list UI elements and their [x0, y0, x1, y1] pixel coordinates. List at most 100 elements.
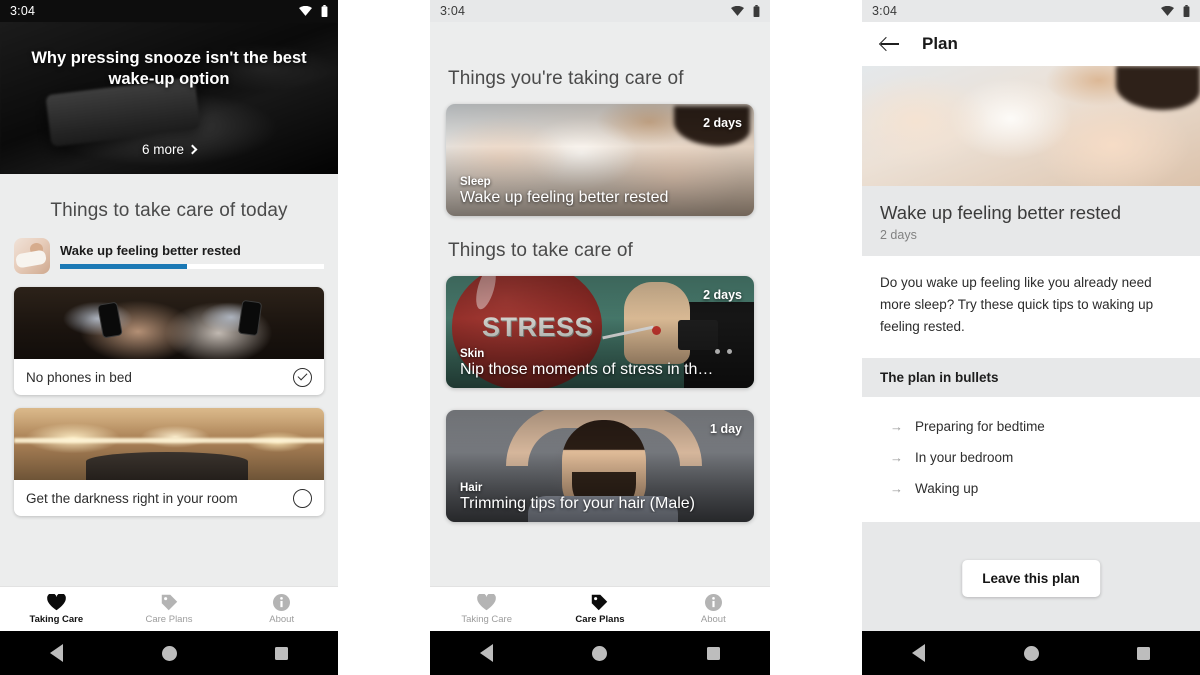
status-bar-icons	[299, 5, 328, 17]
task-image-no-phones	[14, 287, 324, 359]
wifi-icon	[299, 6, 312, 16]
empty-circle-icon[interactable]	[293, 488, 312, 508]
active-plan-row[interactable]: Wake up feeling better rested	[0, 222, 338, 274]
status-bar: 3:04	[430, 0, 770, 22]
screenshot-stage: 3:04 Why pressing snooze isn't the best …	[0, 0, 1200, 675]
nav-back-button[interactable]	[430, 644, 543, 662]
battery-icon	[753, 5, 760, 17]
nav-home-button[interactable]	[543, 645, 656, 661]
card-category: Hair	[460, 482, 483, 494]
plan-duration: 2 days	[880, 228, 917, 242]
card-category: Sleep	[460, 176, 491, 188]
nav-back-button[interactable]	[0, 644, 113, 662]
status-bar-clock: 3:04	[440, 4, 466, 18]
plan-name: Wake up feeling better rested	[60, 243, 241, 258]
section-title-to-take-care: Things to take care of	[448, 240, 633, 261]
list-item-label: Waking up	[915, 480, 979, 496]
bottom-tab-bar: Taking Care Care Plans About	[0, 586, 338, 631]
tab-about[interactable]: About	[657, 593, 770, 625]
plan-card-sleep[interactable]: 2 days Sleep Wake up feeling better rest…	[446, 104, 754, 216]
list-item-label: Preparing for bedtime	[915, 418, 1045, 434]
back-triangle-icon	[49, 644, 63, 662]
check-circle-icon[interactable]	[293, 367, 312, 387]
tab-label: Care Plans	[575, 613, 625, 625]
tab-label: Care Plans	[145, 613, 193, 625]
status-bar: 3:04	[0, 0, 338, 22]
plan-footer: Leave this plan	[862, 521, 1200, 634]
status-bar-clock: 3:04	[872, 4, 898, 18]
info-icon	[704, 593, 722, 611]
app-bar: Plan	[862, 22, 1200, 66]
android-nav-bar	[862, 631, 1200, 675]
card-duration: 2 days	[703, 288, 742, 302]
section-title-today: Things to take care of today	[50, 200, 288, 221]
tab-label: About	[700, 613, 726, 625]
status-bar-clock: 3:04	[10, 4, 36, 18]
nav-back-button[interactable]	[862, 644, 975, 662]
screen2-content: Things you're taking care of 2 days Slee…	[430, 22, 770, 630]
tab-taking-care[interactable]: Taking Care	[0, 593, 113, 625]
card-title: Trimming tips for your hair (Male)	[460, 495, 696, 512]
nav-recents-button[interactable]	[657, 646, 770, 660]
list-item-label: In your bedroom	[915, 449, 1014, 465]
tab-care-plans[interactable]: Care Plans	[113, 594, 226, 625]
nav-home-button[interactable]	[975, 645, 1088, 661]
tab-label: Taking Care	[29, 613, 84, 625]
bullets-list: → Preparing for bedtime → In your bedroo…	[862, 396, 1200, 522]
card-title: Nip those moments of stress in th…	[460, 361, 714, 378]
hero-title: Why pressing snooze isn't the best wake-…	[31, 49, 307, 89]
info-icon	[273, 593, 291, 611]
android-nav-bar	[0, 631, 338, 675]
plan-card-skin[interactable]: STRESS 2 days Skin Nip those moments of …	[446, 276, 754, 388]
tab-care-plans[interactable]: Care Plans	[543, 594, 656, 625]
home-circle-icon	[1023, 645, 1039, 661]
battery-icon	[1183, 5, 1190, 17]
tab-about[interactable]: About	[225, 593, 338, 625]
card-duration: 1 day	[710, 422, 742, 436]
home-circle-icon	[161, 645, 177, 661]
tags-icon	[592, 594, 608, 610]
plan-progress-fill	[60, 264, 187, 269]
arrow-right-icon: →	[890, 449, 903, 465]
back-triangle-icon	[911, 644, 925, 662]
plan-thumbnail	[14, 238, 50, 274]
card-duration: 2 days	[703, 116, 742, 130]
plan-hero-image	[862, 66, 1200, 186]
task-label: No phones in bed	[26, 369, 132, 385]
status-bar-icons	[1161, 5, 1190, 17]
screen-plan-detail: 3:04 Plan Wake up feeling better rested …	[862, 0, 1200, 675]
featured-article-hero[interactable]: Why pressing snooze isn't the best wake-…	[0, 22, 338, 174]
task-card[interactable]: No phones in bed	[14, 287, 324, 395]
leave-this-plan-button[interactable]: Leave this plan	[962, 559, 1100, 597]
arrow-right-icon: →	[890, 480, 903, 496]
plan-card-hair[interactable]: 1 day Hair Trimming tips for your hair (…	[446, 410, 754, 522]
screen-care-plans: 3:04 Things you're taking care of 2 days…	[430, 0, 770, 675]
recents-square-icon	[275, 646, 289, 660]
task-label: Get the darkness right in your room	[26, 490, 238, 506]
list-item[interactable]: → Preparing for bedtime	[880, 411, 1182, 442]
list-item[interactable]: → In your bedroom	[880, 442, 1182, 473]
status-bar: 3:04	[862, 0, 1200, 22]
bullets-heading: The plan in bullets	[862, 357, 1200, 397]
screen1-content: Things to take care of today Wake up fee…	[0, 174, 338, 615]
tab-label: About	[269, 613, 295, 625]
plan-progress-bar	[60, 264, 324, 269]
home-circle-icon	[592, 645, 608, 661]
nav-recents-button[interactable]	[1087, 646, 1200, 660]
arrow-right-icon: →	[890, 418, 903, 434]
back-triangle-icon	[480, 644, 494, 662]
recents-square-icon	[706, 646, 720, 660]
android-nav-bar	[430, 631, 770, 675]
tab-taking-care[interactable]: Taking Care	[430, 593, 543, 625]
wifi-icon	[731, 6, 744, 16]
card-category: Skin	[460, 348, 485, 360]
list-item[interactable]: → Waking up	[880, 473, 1182, 504]
screen-taking-care: 3:04 Why pressing snooze isn't the best …	[0, 0, 338, 675]
arrow-back-icon[interactable]	[880, 34, 900, 54]
status-bar-icons	[731, 5, 760, 17]
wifi-icon	[1161, 6, 1174, 16]
task-card[interactable]: Get the darkness right in your room	[14, 408, 324, 516]
nav-home-button[interactable]	[113, 645, 226, 661]
nav-recents-button[interactable]	[225, 646, 338, 660]
plan-title: Wake up feeling better rested	[880, 202, 1121, 223]
